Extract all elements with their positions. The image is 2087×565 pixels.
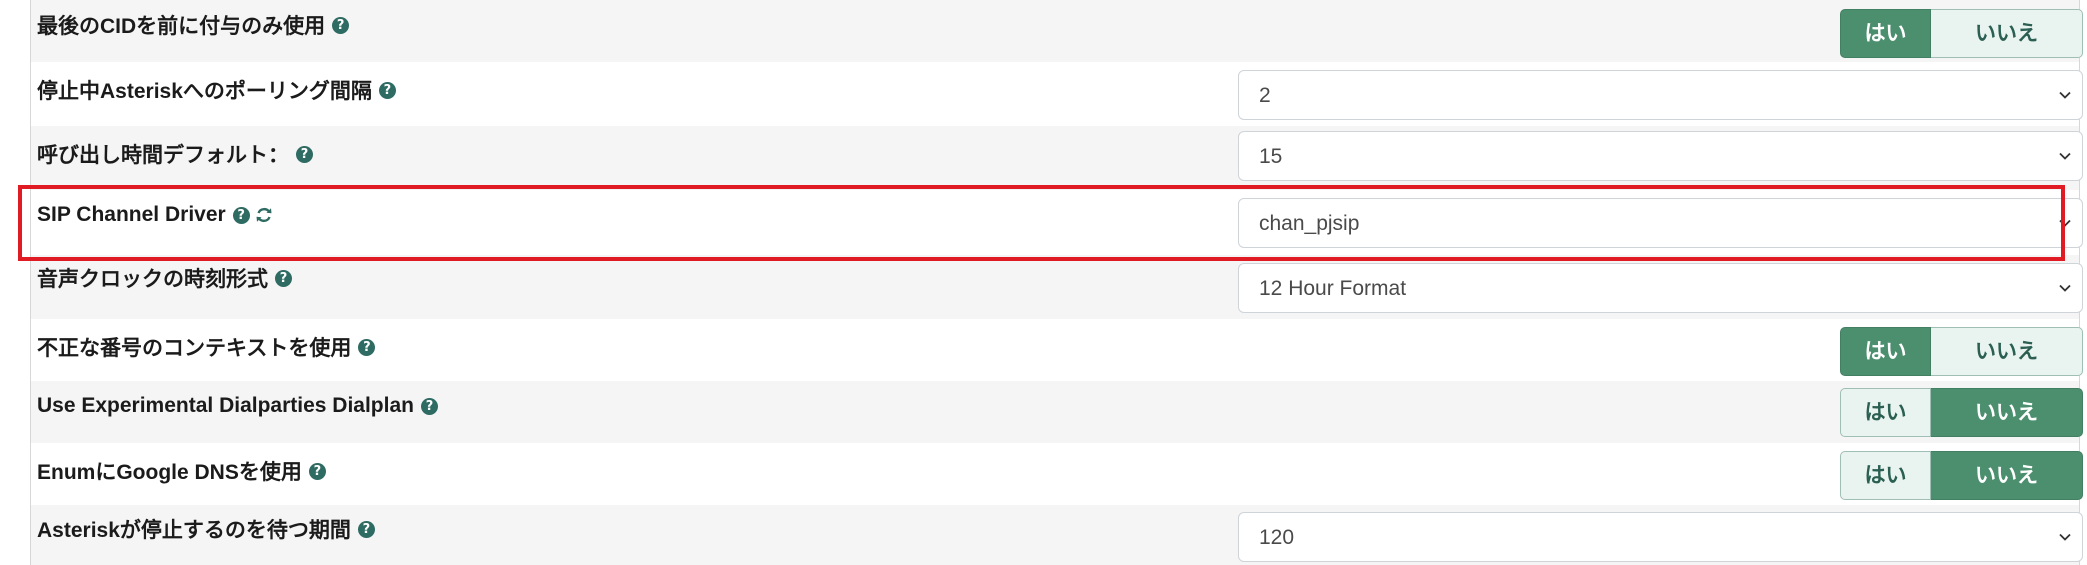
setting-label: 音声クロックの時刻形式 ? <box>37 263 292 293</box>
setting-row-asterisk-shutdown-wait: Asteriskが停止するのを待つ期間 ? 120 <box>31 505 2083 565</box>
setting-row-experimental-dialparties: Use Experimental Dialparties Dialplan ? … <box>31 381 2083 443</box>
setting-label: Use Experimental Dialparties Dialplan ? <box>37 394 438 418</box>
setting-label-text: 不正な番号のコンテキストを使用 <box>37 337 352 360</box>
setting-label-text: SIP Channel Driver <box>37 203 226 226</box>
select-value: 12 Hour Format <box>1259 277 1407 300</box>
advanced-settings-panel: 最後のCIDを前に付与のみ使用 ? はい いいえ 停止中Asteriskへのポー… <box>30 0 2083 565</box>
yes-no-toggle: はい いいえ <box>1840 9 2083 58</box>
help-icon[interactable]: ? <box>357 520 375 538</box>
chevron-down-icon <box>2059 91 2071 99</box>
shutdown-wait-select[interactable]: 120 <box>1238 512 2083 562</box>
select-value: 2 <box>1259 84 1271 107</box>
toggle-no-button[interactable]: いいえ <box>1931 388 2083 437</box>
setting-label-text: 音声クロックの時刻形式 <box>37 268 268 291</box>
help-icon[interactable]: ? <box>420 397 438 415</box>
chevron-down-icon <box>2059 284 2071 292</box>
setting-label: 不正な番号のコンテキストを使用 ? <box>37 332 376 362</box>
toggle-yes-button[interactable]: はい <box>1840 388 1931 437</box>
setting-label-text: Asteriskが停止するのを待つ期間 <box>37 519 351 542</box>
setting-row-ring-time-default: 呼び出し時間デフォルト： ? 15 <box>31 126 2083 190</box>
yes-no-toggle: はい いいえ <box>1840 451 2083 500</box>
help-icon[interactable]: ? <box>232 206 250 224</box>
setting-label: Asteriskが停止するのを待つ期間 ? <box>37 514 375 544</box>
setting-label-text: 最後のCIDを前に付与のみ使用 <box>37 15 326 38</box>
setting-label: 呼び出し時間デフォルト： ? <box>37 139 313 169</box>
chevron-down-icon <box>2059 152 2071 160</box>
toggle-no-button[interactable]: いいえ <box>1931 327 2083 376</box>
setting-label: SIP Channel Driver ? <box>37 203 274 227</box>
help-icon[interactable]: ? <box>358 338 376 356</box>
setting-row-speaking-clock-format: 音声クロックの時刻形式 ? 12 Hour Format <box>31 255 2083 319</box>
chevron-down-icon <box>2059 219 2071 227</box>
help-icon[interactable]: ? <box>378 81 396 99</box>
polling-interval-select[interactable]: 2 <box>1238 70 2083 120</box>
toggle-no-button[interactable]: いいえ <box>1931 9 2083 58</box>
toggle-yes-button[interactable]: はい <box>1840 9 1931 58</box>
setting-label-text: 呼び出し時間デフォルト： <box>37 144 289 167</box>
toggle-yes-button[interactable]: はい <box>1840 327 1931 376</box>
toggle-no-button[interactable]: いいえ <box>1931 451 2083 500</box>
setting-label-text: EnumにGoogle DNSを使用 <box>37 461 302 484</box>
toggle-yes-button[interactable]: はい <box>1840 451 1931 500</box>
help-icon[interactable]: ? <box>332 16 350 34</box>
select-value: 120 <box>1259 526 1295 549</box>
yes-no-toggle: はい いいえ <box>1840 388 2083 437</box>
help-icon[interactable]: ? <box>308 462 326 480</box>
refresh-icon[interactable] <box>254 205 274 225</box>
setting-label-text: 停止中Asteriskへのポーリング間隔 <box>37 80 372 103</box>
sip-channel-driver-select[interactable]: chan_pjsip <box>1238 198 2083 248</box>
setting-row-enum-google-dns: EnumにGoogle DNSを使用 ? はい いいえ <box>31 443 2083 505</box>
help-icon[interactable]: ? <box>296 145 313 163</box>
ring-time-select[interactable]: 15 <box>1238 131 2083 181</box>
setting-label: 停止中Asteriskへのポーリング間隔 ? <box>37 75 396 105</box>
chevron-down-icon <box>2059 533 2071 541</box>
select-value: chan_pjsip <box>1259 212 1360 235</box>
setting-label-text: Use Experimental Dialparties Dialplan <box>37 394 414 417</box>
help-icon[interactable]: ? <box>275 269 292 287</box>
setting-label: 最後のCIDを前に付与のみ使用 ? <box>37 10 350 40</box>
setting-row-sip-channel-driver: SIP Channel Driver ? chan_pjsip <box>31 190 2083 255</box>
setting-row-use-last-cid-prepend: 最後のCIDを前に付与のみ使用 ? はい いいえ <box>31 0 2083 62</box>
setting-label: EnumにGoogle DNSを使用 ? <box>37 456 326 486</box>
select-value: 15 <box>1259 145 1283 168</box>
yes-no-toggle: はい いいえ <box>1840 327 2083 376</box>
setting-row-polling-interval: 停止中Asteriskへのポーリング間隔 ? 2 <box>31 62 2083 126</box>
setting-row-invalid-number-context: 不正な番号のコンテキストを使用 ? はい いいえ <box>31 319 2083 381</box>
clock-format-select[interactable]: 12 Hour Format <box>1238 263 2083 313</box>
